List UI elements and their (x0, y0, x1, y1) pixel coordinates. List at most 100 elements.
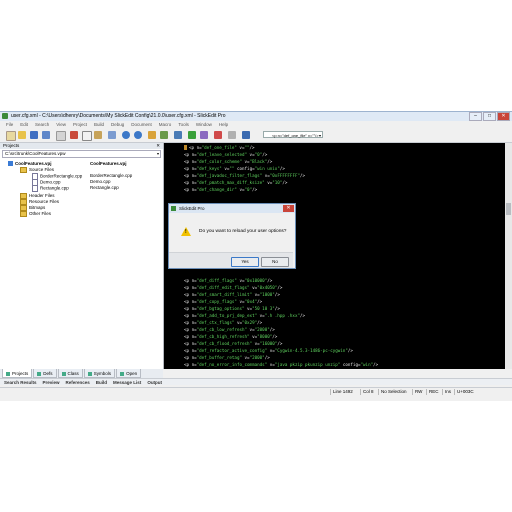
open-folder-icon[interactable] (18, 131, 26, 139)
menu-help[interactable]: Help (219, 121, 228, 128)
code-line: <p n="def_javadoc_filter_flags" v="0xFFF… (184, 173, 306, 178)
cut-icon[interactable] (70, 131, 78, 139)
menu-debug[interactable]: Debug (111, 121, 124, 128)
code-line: <p n="def_no_error_info_commands" v="jav… (184, 362, 379, 367)
redo-icon[interactable] (134, 131, 142, 139)
tab-references[interactable]: References (66, 379, 90, 385)
status-col: Col 8 (360, 389, 374, 395)
open-tab-icon (120, 371, 125, 376)
debug-icon[interactable] (174, 131, 182, 139)
tab-label: Defs (43, 371, 53, 376)
chevron-down-icon: ▾ (156, 151, 159, 156)
tab-preview[interactable]: Preview (43, 379, 60, 385)
project-icon (8, 161, 13, 167)
tab-build[interactable]: Build (96, 379, 107, 385)
tab-label: Open (126, 371, 138, 376)
no-button[interactable]: No (261, 257, 289, 267)
tab-defs[interactable]: Defs (33, 369, 57, 378)
current-line-marker (184, 145, 187, 150)
step-icon[interactable] (200, 131, 208, 139)
bookmark-icon[interactable] (148, 131, 156, 139)
menu-search[interactable]: Search (35, 121, 49, 128)
menu-file[interactable]: File (6, 121, 13, 128)
code-line: <p n="def_cb_flood_refresh" v="16000"/> (184, 341, 283, 346)
menu-document[interactable]: Document (131, 121, 152, 128)
tab-class[interactable]: Class (57, 369, 83, 378)
code-line: <p n="def_cb_low_refresh" v="2000"/> (184, 327, 275, 332)
close-window-button[interactable]: ✕ (497, 112, 510, 121)
vertical-scrollbar[interactable] (505, 143, 512, 369)
menu-edit[interactable]: Edit (20, 121, 28, 128)
save-icon[interactable] (30, 131, 38, 139)
copy-icon[interactable] (82, 131, 92, 141)
maximize-button[interactable]: □ (483, 112, 496, 121)
warning-glyph: ! (185, 229, 187, 235)
print-icon[interactable] (56, 131, 66, 141)
menu-tools[interactable]: Tools (178, 121, 189, 128)
tab-symbols[interactable]: Symbols (83, 369, 116, 378)
run-icon[interactable] (188, 131, 196, 139)
code-line: <p n="def_diff_flags" v="0x10000"/> (184, 278, 273, 283)
tree-item-col2: Rectangle.cpp (90, 185, 119, 191)
folder-icon (20, 211, 27, 217)
menu-build[interactable]: Build (94, 121, 104, 128)
warning-icon: ! (181, 227, 191, 236)
workspace-path: C:\src\trunk\CoolFeatures.vpw (5, 151, 66, 156)
save-all-icon[interactable] (42, 131, 50, 139)
tab-message-list[interactable]: Message List (113, 379, 141, 385)
tree-item-other-files[interactable]: Other Files (20, 211, 51, 217)
code-line: <p n="def_ctx_flags" v="0x29"/> (184, 320, 263, 325)
current-context-combo[interactable]: <p n="def_one_file" v=""/> ▾ (263, 131, 323, 138)
tools-icon[interactable] (228, 131, 236, 139)
menu-view[interactable]: View (56, 121, 66, 128)
tree-item-col2-label: Rectangle.cpp (90, 185, 119, 190)
close-panel-icon[interactable]: ✕ (156, 143, 160, 149)
undo-icon[interactable] (122, 131, 130, 139)
tree-item-label: Rectangle.cpp (40, 185, 69, 191)
code-line: <p n="def_one_file" v=""/> (189, 145, 255, 150)
main-toolbar: <p n="def_one_file" v=""/> ▾ (0, 128, 512, 143)
build-icon[interactable] (160, 131, 168, 139)
code-line: <p n="def_bgtag_options" v="50 10 3"/> (184, 306, 280, 311)
class-tab-icon (61, 371, 66, 376)
status-rw[interactable]: RW (412, 389, 422, 395)
help-icon[interactable] (242, 131, 250, 139)
folder-icon (20, 167, 27, 173)
cpp-file-icon (32, 185, 38, 192)
dialog-title: SlickEdit Pro (179, 206, 205, 211)
new-file-icon[interactable] (6, 131, 16, 141)
scrollbar-thumb[interactable] (506, 203, 511, 215)
tree-item-col2-label: CoolFeatures.vpj (90, 161, 127, 166)
dialog-title-bar: SlickEdit Pro ✕ (169, 204, 295, 213)
menu-window[interactable]: Window (196, 121, 212, 128)
tree-item-col2-label: Demo.cpp (90, 179, 111, 184)
code-line: <p n="def_color_scheme" v="Black"/> (184, 159, 273, 164)
workspace-combo[interactable]: C:\src\trunk\CoolFeatures.vpw ▾ (2, 150, 161, 158)
menu-macro[interactable]: Macro (159, 121, 172, 128)
output-tabs: Search Results Preview References Build … (0, 378, 512, 385)
tab-output[interactable]: Output (147, 379, 162, 385)
tab-projects[interactable]: Projects (2, 369, 33, 378)
slickedit-app-icon (171, 206, 176, 211)
code-line: <p n="def_diff_edit_flags" v="0x4050"/> (184, 285, 283, 290)
window-title: user.cfg.xml - C:\Users\dhenry\Documents… (11, 113, 226, 119)
tab-label: Class (67, 371, 79, 376)
minimize-button[interactable]: – (469, 112, 482, 121)
find-icon[interactable] (108, 131, 116, 139)
tab-search-results[interactable]: Search Results (4, 379, 37, 385)
tab-open[interactable]: Open (116, 369, 142, 378)
dialog-close-button[interactable]: ✕ (283, 205, 294, 212)
status-rec[interactable]: REC (426, 389, 439, 395)
yes-button[interactable]: Yes (231, 257, 259, 267)
tree-item-label: Other Files (29, 211, 52, 217)
paste-icon[interactable] (94, 131, 102, 139)
status-ins[interactable]: Ins (442, 389, 451, 395)
menu-project[interactable]: Project (73, 121, 87, 128)
project-tree: CoolFeatures.vpj CoolFeatures.vpj Source… (0, 159, 163, 349)
code-line: <p n="def_add_to_prj_dep_ext" v=".h .hpp… (184, 313, 306, 318)
status-line: Line 1492 (330, 389, 353, 395)
tree-item-file[interactable]: Rectangle.cpp (32, 185, 69, 192)
stop-icon[interactable] (214, 131, 222, 139)
projects-panel-header: Projects ✕ (0, 143, 163, 149)
reload-options-dialog: SlickEdit Pro ✕ ! Do you want to reload … (168, 203, 296, 269)
